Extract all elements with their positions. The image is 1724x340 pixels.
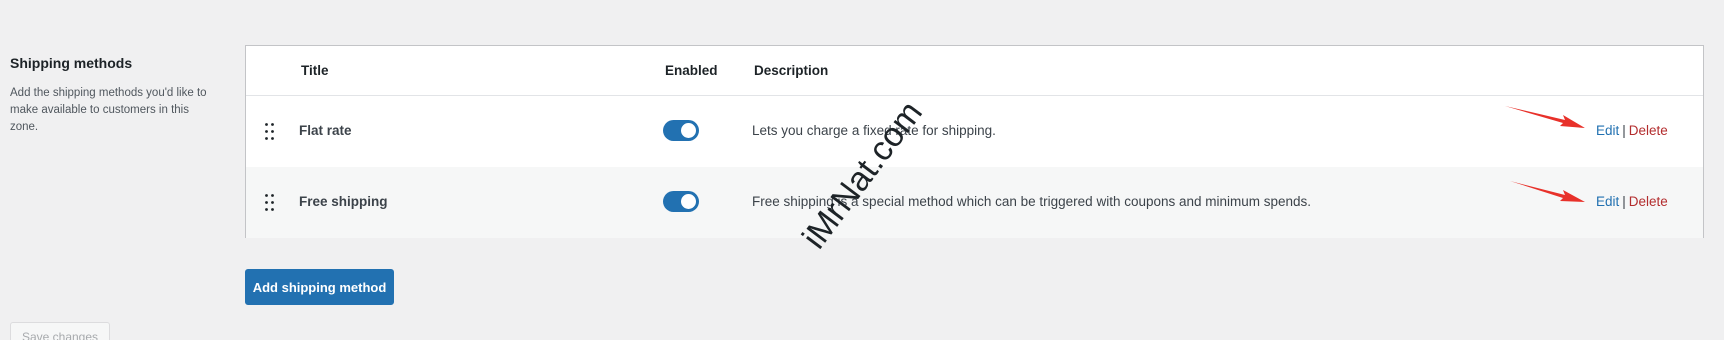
- method-title: Free shipping: [299, 194, 388, 209]
- table-row: Free shipping Free shipping is a special…: [246, 167, 1703, 238]
- add-shipping-method-button[interactable]: Add shipping method: [245, 269, 394, 305]
- edit-link[interactable]: Edit: [1596, 194, 1619, 209]
- section-description: Add the shipping methods you'd like to m…: [10, 87, 207, 133]
- row-actions: Edit | Delete: [1596, 123, 1668, 138]
- toggle-knob: [681, 194, 696, 209]
- table-row: Flat rate Lets you charge a fixed rate f…: [246, 96, 1703, 167]
- action-separator: |: [1622, 123, 1626, 138]
- drag-handle-icon[interactable]: [265, 123, 274, 140]
- table-header-row: Title Enabled Description: [246, 46, 1703, 96]
- enabled-toggle[interactable]: [663, 191, 699, 212]
- shipping-zone-page: Shipping methods Add the shipping method…: [0, 0, 1724, 340]
- save-changes-button[interactable]: Save changes: [10, 322, 110, 340]
- row-actions: Edit | Delete: [1596, 194, 1668, 209]
- column-header-title: Title: [301, 63, 329, 78]
- delete-link[interactable]: Delete: [1629, 194, 1668, 209]
- delete-link[interactable]: Delete: [1629, 123, 1668, 138]
- shipping-methods-table: Title Enabled Description Flat rate Lets…: [245, 45, 1704, 238]
- column-header-enabled: Enabled: [665, 63, 718, 78]
- method-title: Flat rate: [299, 123, 352, 138]
- toggle-knob: [681, 123, 696, 138]
- drag-handle-icon[interactable]: [265, 194, 274, 211]
- section-title: Shipping methods: [10, 55, 133, 71]
- edit-link[interactable]: Edit: [1596, 123, 1619, 138]
- enabled-toggle[interactable]: [663, 120, 699, 141]
- action-separator: |: [1622, 194, 1626, 209]
- column-header-description: Description: [754, 63, 829, 78]
